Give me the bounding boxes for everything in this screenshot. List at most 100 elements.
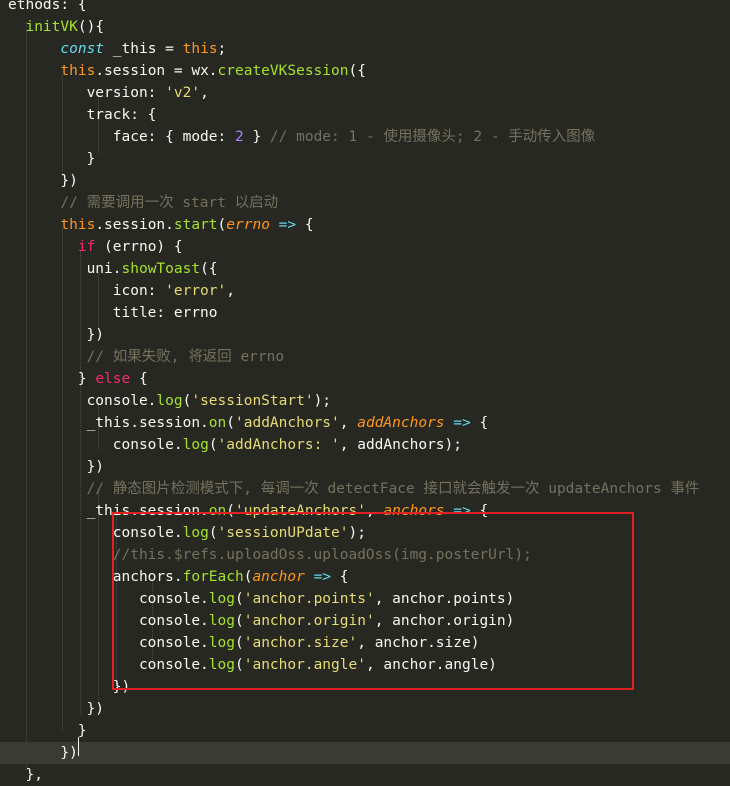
code-token-plain: , xyxy=(226,283,235,299)
code-token-plain: console. xyxy=(8,393,157,409)
code-token-keyword: else xyxy=(95,371,131,387)
code-line[interactable]: // 如果失败, 将返回 errno xyxy=(0,346,730,368)
code-line[interactable]: }) xyxy=(0,676,730,698)
code-token-comment: //this.$refs.uploadOss.uploadOss(img.pos… xyxy=(112,547,532,563)
code-token-param: addAnchors xyxy=(357,415,445,431)
code-token-param: anchor xyxy=(252,569,305,585)
code-line[interactable]: }) xyxy=(0,456,730,478)
code-token-plain: } xyxy=(8,371,96,387)
code-line[interactable]: }) xyxy=(0,742,730,764)
code-token-param: errno xyxy=(226,217,270,233)
code-token-arrow: => xyxy=(453,415,471,431)
code-token-comment: // 静态图片检测模式下, 每调一次 detectFace 接口就会触发一次 u… xyxy=(86,481,700,497)
code-line[interactable]: title: errno xyxy=(0,302,730,324)
code-token-plain: uni. xyxy=(8,261,122,277)
code-token-plain: console. xyxy=(8,525,183,541)
code-token-param: anchors xyxy=(383,503,445,519)
code-line[interactable]: _this.session.on('updateAnchors', anchor… xyxy=(0,500,730,522)
code-token-plain: }, xyxy=(8,767,43,783)
code-token-plain: anchors. xyxy=(8,569,183,585)
code-token-plain: _this = xyxy=(104,41,183,57)
code-line[interactable]: console.log('anchor.size', anchor.size) xyxy=(0,632,730,654)
code-line[interactable]: // 需要调用一次 start 以启动 xyxy=(0,192,730,214)
code-token-function: start xyxy=(173,217,218,233)
code-token-this: this xyxy=(60,63,96,79)
code-line[interactable]: icon: 'error', xyxy=(0,280,730,302)
code-line[interactable]: track: { xyxy=(0,104,730,126)
code-line[interactable]: } xyxy=(0,720,730,742)
code-token-plain: console. xyxy=(8,591,209,607)
code-token-plain: } xyxy=(243,129,270,145)
code-line[interactable]: } xyxy=(0,148,730,170)
code-token-string: 'anchor.size' xyxy=(243,635,358,651)
code-line[interactable]: console.log('anchor.origin', anchor.orig… xyxy=(0,610,730,632)
code-token-plain: , addAnchors); xyxy=(339,437,462,453)
code-token-plain: ); xyxy=(313,393,332,409)
code-line[interactable]: }) xyxy=(0,170,730,192)
code-line[interactable]: face: { mode: 2 } // mode: 1 - 使用摄像头; 2 … xyxy=(0,126,730,148)
code-line[interactable]: }, xyxy=(0,764,730,786)
code-line[interactable]: console.log('sessionStart'); xyxy=(0,390,730,412)
code-token-function: on xyxy=(208,503,227,519)
code-line[interactable]: if (errno) { xyxy=(0,236,730,258)
code-token-plain: console. xyxy=(8,437,183,453)
code-token-plain: , anchor.origin) xyxy=(374,613,515,629)
code-line[interactable]: uni.showToast({ xyxy=(0,258,730,280)
code-token-plain: console. xyxy=(8,635,209,651)
code-editor[interactable]: ethods: { initVK(){ const _this = this; … xyxy=(0,0,730,783)
code-line[interactable]: }) xyxy=(0,698,730,720)
text-cursor xyxy=(78,737,79,756)
code-line[interactable]: //this.$refs.uploadOss.uploadOss(img.pos… xyxy=(0,544,730,566)
code-line[interactable]: initVK(){ xyxy=(0,16,730,38)
code-token-plain: { xyxy=(296,217,314,233)
code-line[interactable]: const _this = this; xyxy=(0,38,730,60)
code-line[interactable]: ethods: { xyxy=(0,0,730,16)
code-token-function: log xyxy=(208,657,235,673)
code-token-plain: , anchor.points) xyxy=(374,591,515,607)
code-token-plain: track: { xyxy=(8,107,157,123)
code-token-plain: }) xyxy=(8,701,105,717)
code-line[interactable]: console.log('anchor.angle', anchor.angle… xyxy=(0,654,730,676)
code-line[interactable]: version: 'v2', xyxy=(0,82,730,104)
code-token-plain: ( xyxy=(235,613,244,629)
code-token-function: showToast xyxy=(121,261,201,277)
code-token-plain: (errno) { xyxy=(95,239,183,255)
code-line[interactable]: _this.session.on('addAnchors', addAnchor… xyxy=(0,412,730,434)
code-token-plain: ( xyxy=(226,415,235,431)
code-line[interactable]: } else { xyxy=(0,368,730,390)
code-token-function: log xyxy=(208,613,235,629)
code-token-comment: // 如果失败, 将返回 errno xyxy=(86,349,285,365)
code-token-comment: // mode: 1 - 使用摄像头; 2 - 手动传入图像 xyxy=(269,129,596,145)
code-token-plain: { xyxy=(331,569,349,585)
code-token-string: 'sessionUPdate' xyxy=(217,525,349,541)
code-token-string: 'error' xyxy=(165,283,227,299)
code-token-plain: , anchor.size) xyxy=(357,635,480,651)
code-line[interactable]: this.session.start(errno => { xyxy=(0,214,730,236)
code-line[interactable]: console.log('addAnchors: ', addAnchors); xyxy=(0,434,730,456)
code-line[interactable]: this.session = wx.createVKSession({ xyxy=(0,60,730,82)
code-token-plain: _this.session. xyxy=(8,415,209,431)
code-token-plain: .session = wx. xyxy=(95,63,218,79)
code-token-plain: ( xyxy=(208,525,218,541)
code-line[interactable]: anchors.forEach(anchor => { xyxy=(0,566,730,588)
code-token-plain: (){ xyxy=(77,19,105,35)
code-token-plain: console. xyxy=(8,657,209,673)
code-line[interactable]: }) xyxy=(0,324,730,346)
code-line[interactable]: console.log('anchor.points', anchor.poin… xyxy=(0,588,730,610)
code-token-plain: ( xyxy=(235,635,244,651)
code-token-arrow: => xyxy=(453,503,471,519)
code-token-function: initVK xyxy=(25,19,78,35)
code-token-plain: , xyxy=(200,85,209,101)
code-token-this: this xyxy=(182,41,218,57)
code-line[interactable]: // 静态图片检测模式下, 每调一次 detectFace 接口就会触发一次 u… xyxy=(0,478,730,500)
code-line[interactable]: console.log('sessionUPdate'); xyxy=(0,522,730,544)
